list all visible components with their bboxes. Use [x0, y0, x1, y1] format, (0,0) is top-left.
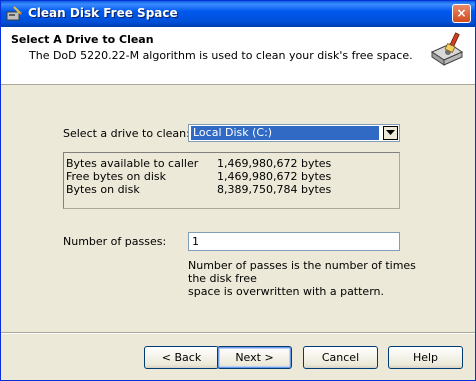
- info-value: 1,469,980,672 bytes: [217, 157, 332, 170]
- page-description: The DoD 5220.22-M algorithm is used to c…: [29, 49, 413, 62]
- chevron-down-icon: [386, 130, 395, 135]
- dialog-window: Clean Disk Free Space × Select A Drive t…: [0, 0, 476, 381]
- passes-help-text: Number of passes is the number of times …: [188, 259, 418, 298]
- disk-cleanup-icon: [6, 6, 22, 21]
- info-value: 1,469,980,672 bytes: [217, 170, 332, 183]
- help-line: space is overwritten with a pattern.: [188, 285, 385, 298]
- info-label: Bytes available to caller: [66, 157, 199, 170]
- title-bar[interactable]: Clean Disk Free Space ×: [1, 1, 475, 27]
- dropdown-button[interactable]: [383, 126, 398, 140]
- help-line: Number of passes is the number of times …: [188, 259, 416, 285]
- info-row: Free bytes on disk 1,469,980,672 bytes: [66, 170, 331, 183]
- next-button[interactable]: Next >: [217, 346, 292, 369]
- info-label: Bytes on disk: [66, 183, 140, 196]
- help-button[interactable]: Help: [388, 346, 463, 369]
- cancel-button[interactable]: Cancel: [303, 346, 378, 369]
- close-button[interactable]: ×: [452, 4, 471, 23]
- passes-label: Number of passes:: [63, 235, 167, 248]
- footer-divider: [1, 332, 475, 334]
- window-title: Clean Disk Free Space: [28, 6, 178, 20]
- wizard-header: Select A Drive to Clean The DoD 5220.22-…: [1, 27, 475, 85]
- back-button[interactable]: < Back: [144, 346, 219, 369]
- disk-info-panel: Bytes available to caller 1,469,980,672 …: [63, 152, 400, 209]
- page-title: Select A Drive to Clean: [11, 33, 154, 46]
- drive-select-value: Local Disk (C:): [191, 126, 379, 140]
- info-value: 8,389,750,784 bytes: [217, 183, 332, 196]
- drive-select[interactable]: Local Disk (C:): [188, 124, 400, 142]
- info-row: Bytes available to caller 1,469,980,672 …: [66, 157, 331, 170]
- info-row: Bytes on disk 8,389,750,784 bytes: [66, 183, 331, 196]
- disk-wipe-icon: [430, 32, 464, 66]
- passes-input[interactable]: 1: [188, 232, 400, 251]
- info-label: Free bytes on disk: [66, 170, 166, 183]
- drive-label: Select a drive to clean:: [63, 127, 190, 140]
